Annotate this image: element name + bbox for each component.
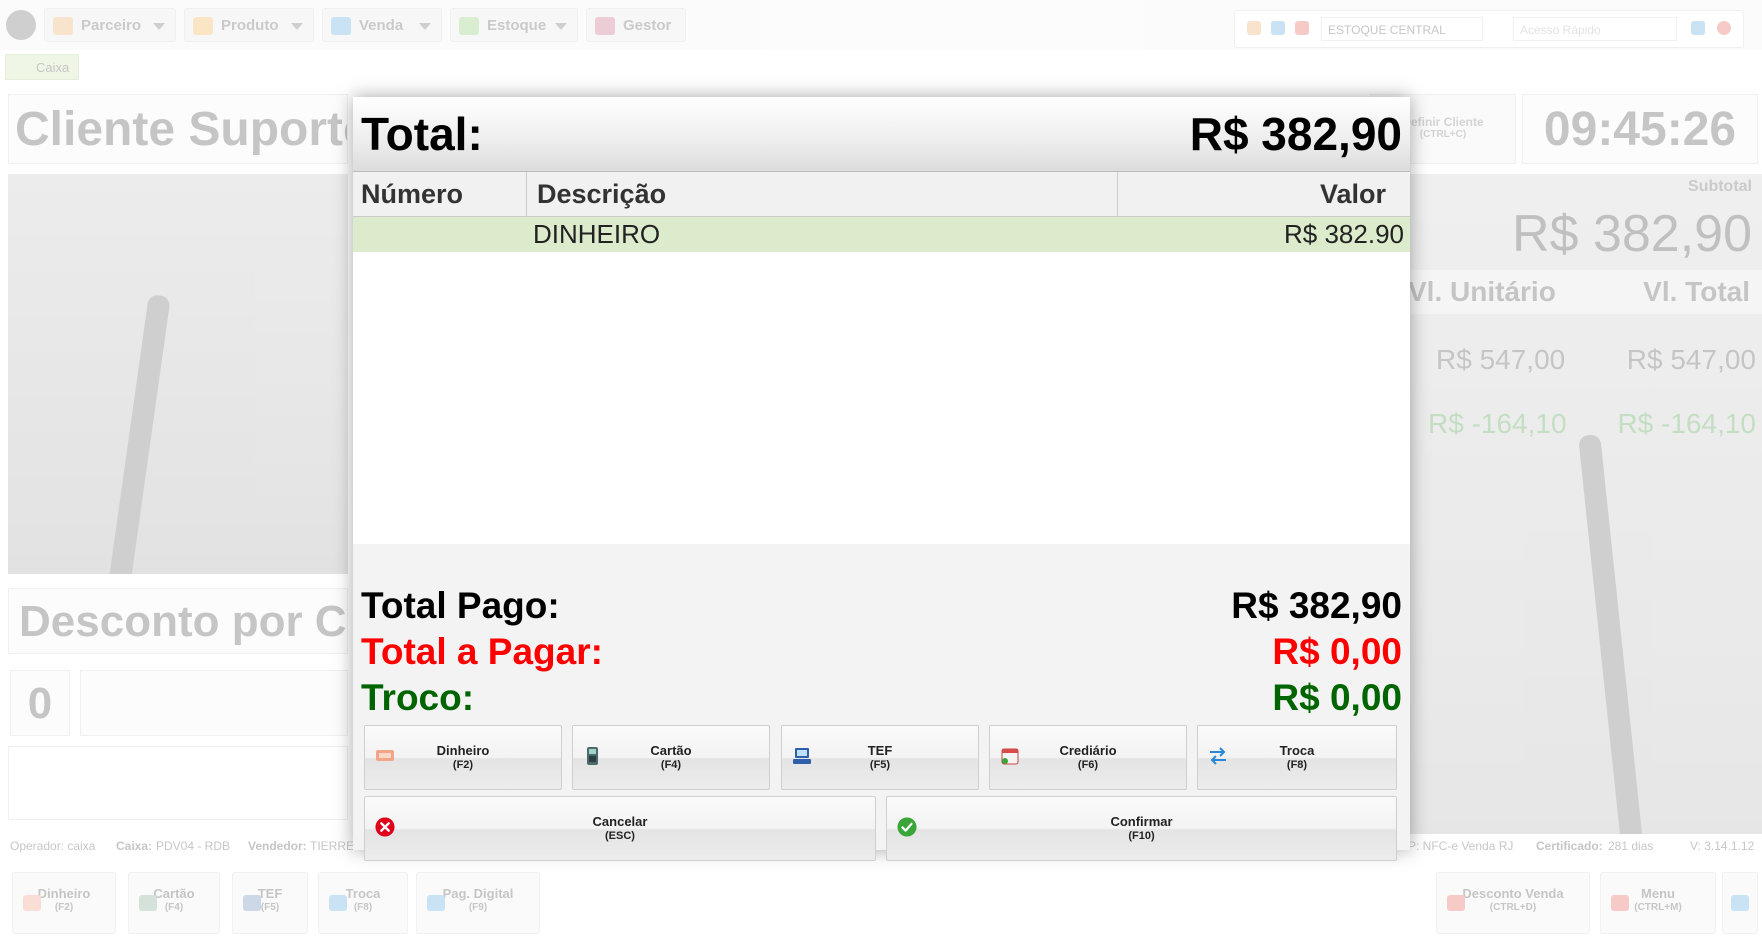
menu-icon [1611,895,1629,911]
menu-produto[interactable]: Produto [184,8,314,42]
bottom-tef-button[interactable]: TEF (F5) [232,872,308,934]
discount-sale-button[interactable]: Desconto Venda (CTRL+D) [1436,872,1590,934]
total-paid-line: Total Pago: R$ 382,90 [361,585,1402,635]
cancel-button[interactable]: Cancelar (ESC) [364,796,876,861]
discount-label: Desconto por C [8,588,348,654]
product-code-input[interactable] [80,670,348,736]
subtotal-label: Subtotal [1688,178,1752,195]
cash-icon [23,895,41,911]
total-paid-value: R$ 382,90 [1231,585,1402,626]
power-icon[interactable] [1717,21,1731,35]
exchange-arrows-icon [329,895,347,911]
payment-summary: Total Pago: R$ 382,90 Total a Pagar: R$ … [353,544,1410,861]
bottom-bar: Dinheiro (F2) Cartão (F4) TEF (F5) Troca (F8… [0,868,1762,942]
digital-pay-icon [427,895,445,911]
card-terminal-icon [587,747,598,765]
box-icon [193,17,213,35]
calendar-icon [1001,748,1019,765]
alert-icon[interactable] [1295,21,1309,35]
confirm-button[interactable]: Confirmar (F10) [886,796,1397,861]
modal-header: Total: R$ 382,90 [353,97,1410,172]
chat-icon[interactable] [1271,21,1285,35]
subtotal-value: R$ 382,90 [1512,205,1752,263]
cash-icon [376,750,394,761]
cell-valor: R$ 382.90 [1284,219,1404,249]
close-circle-icon [375,817,395,837]
total-due-label: Total a Pagar: [361,631,603,672]
quick-access-input[interactable]: Acesso Rápido [1513,17,1677,41]
total-due-value: R$ 0,00 [1272,631,1402,672]
items-header: Vl. Unitário Vl. Total [1400,270,1762,314]
clock: 09:45:26 [1522,94,1758,164]
chevron-down-icon [153,23,165,30]
bottom-card-button[interactable]: Cartão (F4) [128,872,220,934]
item-row[interactable]: R$ -164,10 R$ -164,10 [1400,402,1762,446]
users-icon [53,17,73,35]
chat-icon [1731,895,1749,911]
pay-cash-button[interactable]: Dinheiro (F2) [364,725,562,790]
menu-estoque[interactable]: Estoque [450,8,578,42]
top-menu-bar: Parceiro Produto Venda Estoque Gestor ES… [0,0,1762,50]
discount-icon [1447,895,1465,911]
chevron-down-icon [419,23,431,30]
app-logo-icon [6,10,36,40]
bottom-digital-pay-button[interactable]: Pag. Digital (F9) [416,872,540,934]
card-terminal-icon [139,895,157,911]
chevron-down-icon [555,23,567,30]
menu-button[interactable]: Menu (CTRL+M) [1600,872,1716,934]
pay-exchange-button[interactable]: Troca (F8) [1197,725,1397,790]
exchange-arrows-icon [1210,747,1226,765]
notification-icon[interactable] [1691,21,1705,35]
cell-numero [353,217,527,252]
chart-icon [595,17,615,35]
stock-select[interactable]: ESTOQUE CENTRAL [1321,17,1483,41]
cart-icon [331,17,351,35]
modal-total-value: R$ 382,90 [1189,108,1402,160]
column-header-descricao[interactable]: Descrição [527,172,1118,216]
pay-tef-button[interactable]: TEF (F5) [781,725,979,790]
change-label: Troco: [361,677,475,718]
total-due-line: Total a Pagar: R$ 0,00 [361,631,1402,681]
chat-button[interactable] [1722,872,1758,934]
payments-table: Número Descrição Valor DINHEIRO R$ 382.9… [353,172,1410,544]
table-row[interactable]: DINHEIRO R$ 382.90 [353,217,1410,252]
product-description-box [8,746,348,820]
item-row[interactable]: R$ 547,00 R$ 547,00 [1400,338,1762,382]
bottom-exchange-button[interactable]: Troca (F8) [318,872,408,934]
menu-venda[interactable]: Venda [322,8,442,42]
check-circle-icon [897,817,917,837]
chevron-down-icon [291,23,303,30]
bottom-cash-button[interactable]: Dinheiro (F2) [12,872,116,934]
column-header-valor[interactable]: Valor [1118,172,1410,216]
pay-card-button[interactable]: Cartão (F4) [572,725,770,790]
modal-title: Total: [361,108,483,160]
tef-terminal-icon [243,895,261,911]
menu-gestor[interactable]: Gestor [586,8,686,42]
client-name: Cliente Suporte [8,94,348,164]
total-paid-label: Total Pago: [361,585,560,626]
background-photo [8,174,348,574]
table-header: Número Descrição Valor [353,172,1410,217]
change-value: R$ 0,00 [1272,677,1402,718]
cell-descricao: DINHEIRO [533,219,661,249]
pay-credit-button[interactable]: Crediário (F6) [989,725,1187,790]
tef-terminal-icon [793,748,811,764]
tab-caixa[interactable]: Caixa [5,54,79,80]
user-icon[interactable] [1247,21,1261,35]
change-line: Troco: R$ 0,00 [361,677,1402,727]
column-header-numero[interactable]: Número [353,172,527,216]
toolbar-panel: ESTOQUE CENTRAL Acesso Rápido [1234,10,1744,48]
stock-icon [459,17,479,35]
payment-modal: Total: R$ 382,90 Número Descrição Valor … [353,97,1410,861]
operator-status: Operador: caixa [10,839,96,853]
quantity-field[interactable]: 0 [10,670,70,736]
menu-parceiro[interactable]: Parceiro [44,8,176,42]
